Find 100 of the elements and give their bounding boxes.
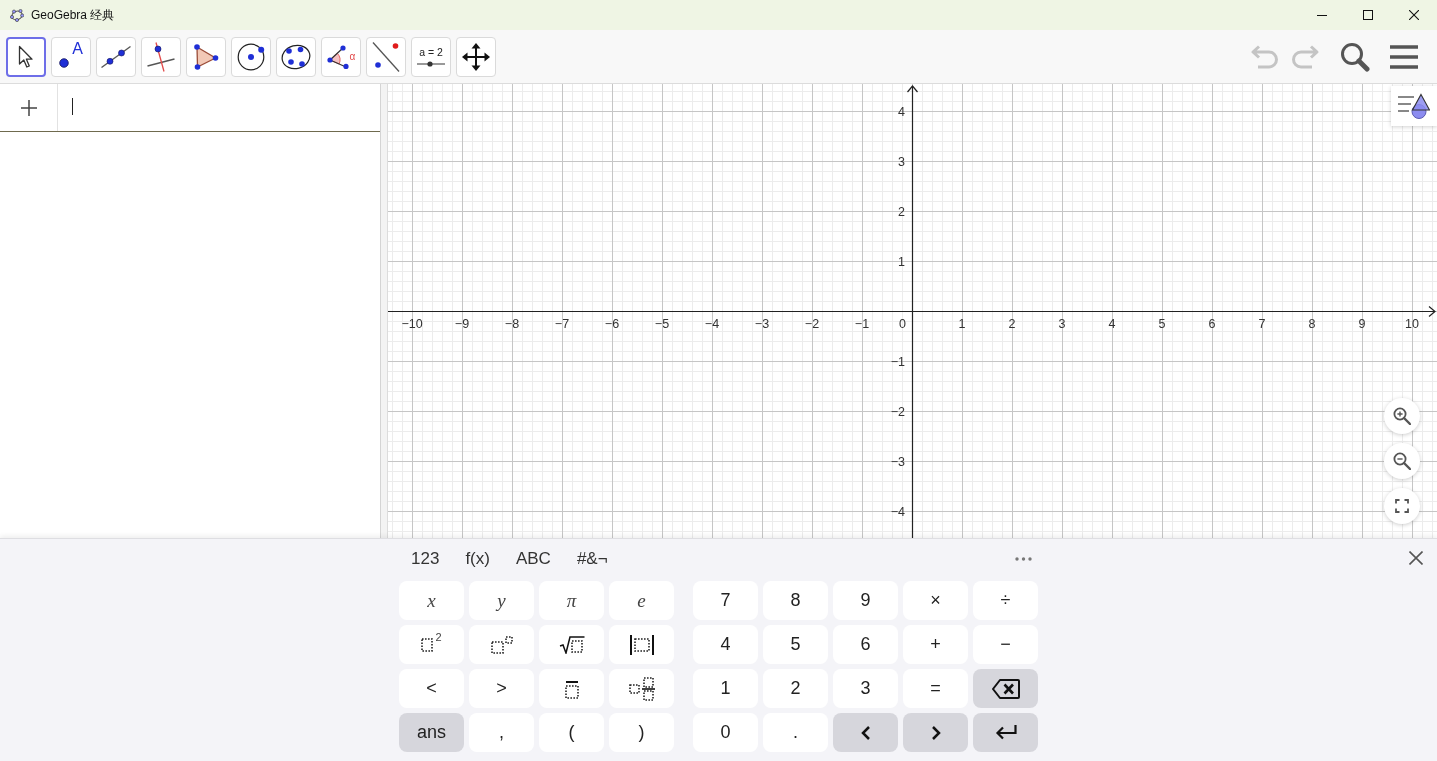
- search-icon: [1340, 41, 1370, 72]
- minimize-icon: [1317, 14, 1327, 16]
- axis-label: −10: [401, 317, 423, 331]
- fullscreen-icon: [1395, 499, 1409, 513]
- axis-label: −1: [854, 317, 870, 331]
- keyboard-key[interactable]: +: [903, 625, 968, 664]
- keyboard-key[interactable]: [539, 625, 604, 664]
- app-logo-icon: [10, 8, 24, 22]
- splitter-handle[interactable]: [381, 84, 388, 538]
- menu-button[interactable]: [1388, 42, 1420, 71]
- axis-label: −1: [890, 354, 905, 369]
- axis-label: 6: [1208, 317, 1216, 331]
- redo-icon: [1290, 44, 1320, 69]
- keyboard-key[interactable]: =: [903, 669, 968, 708]
- tool-button[interactable]: A: [51, 36, 91, 77]
- keyboard-key[interactable]: 5: [763, 625, 828, 664]
- keyboard-key[interactable]: 2: [399, 625, 464, 664]
- circle-icon: [237, 42, 265, 71]
- keyboard-key[interactable]: .: [763, 713, 828, 752]
- triangle-icon: [193, 43, 219, 70]
- keyboard-key[interactable]: (: [539, 713, 604, 752]
- axis-label: 3: [1058, 317, 1066, 331]
- keyboard-key[interactable]: π: [539, 581, 604, 620]
- keyboard-key[interactable]: y: [469, 581, 534, 620]
- zoom-in-button[interactable]: [1384, 398, 1420, 434]
- maximize-icon: [1363, 10, 1373, 20]
- axis-label: 8: [1308, 317, 1316, 331]
- keyboard-key[interactable]: −: [973, 625, 1038, 664]
- keyboard-key[interactable]: 4: [693, 625, 758, 664]
- axis-label: −2: [890, 404, 905, 419]
- overline-template-icon: [564, 678, 579, 699]
- absolute-value-icon: [628, 634, 655, 655]
- line-and-points-icon: [372, 41, 400, 72]
- tool-button[interactable]: a = 2: [411, 36, 451, 77]
- keyboard-key[interactable]: <: [399, 669, 464, 708]
- square-root-icon: [558, 635, 585, 654]
- keyboard-tab[interactable]: f(x): [453, 547, 502, 571]
- menu-icon: [1390, 44, 1418, 69]
- axis-label: 10: [1405, 317, 1419, 331]
- keyboard-tab[interactable]: 123: [399, 547, 452, 571]
- axis-label: −8: [504, 317, 520, 331]
- axis-label: −9: [454, 317, 470, 331]
- zoom-in-icon: [1393, 407, 1411, 425]
- axis-label: 9: [1358, 317, 1366, 331]
- slider-icon: [417, 60, 445, 67]
- axis-label: 5: [1158, 317, 1166, 331]
- window-title: GeoGebra 经典: [31, 6, 115, 24]
- point-icon: [59, 57, 70, 68]
- more-icon: [1015, 557, 1032, 561]
- fullscreen-button[interactable]: [1384, 488, 1420, 524]
- keyboard-key[interactable]: ): [609, 713, 674, 752]
- close-keyboard-button[interactable]: [1408, 550, 1424, 566]
- keyboard-key[interactable]: 7: [693, 581, 758, 620]
- enter-icon: [994, 725, 1017, 740]
- keyboard-key[interactable]: 0: [693, 713, 758, 752]
- keyboard-key[interactable]: [973, 713, 1038, 752]
- axis-label: 4: [898, 104, 905, 119]
- keyboard-key[interactable]: [973, 669, 1038, 708]
- perpendicular-lines-icon: [147, 41, 175, 72]
- plus-icon: [20, 99, 37, 116]
- keyboard-key[interactable]: [609, 669, 674, 708]
- keyboard-key[interactable]: 1: [693, 669, 758, 708]
- zoom-out-button[interactable]: [1384, 443, 1420, 479]
- style-bar-toggle[interactable]: [1391, 86, 1437, 126]
- angle-icon: [326, 44, 349, 69]
- axis-label: −3: [754, 317, 770, 331]
- keyboard-key[interactable]: ÷: [973, 581, 1038, 620]
- keyboard-tab[interactable]: ABC: [503, 547, 563, 571]
- keyboard-key[interactable]: [609, 625, 674, 664]
- placeholder-box-icon: [421, 637, 434, 652]
- close-icon: [1409, 551, 1423, 565]
- keyboard-key[interactable]: 9: [833, 581, 898, 620]
- keyboard-key[interactable]: ×: [903, 581, 968, 620]
- keyboard-key[interactable]: 2: [763, 669, 828, 708]
- graphics-style-icon: [1398, 93, 1430, 119]
- keyboard-tab[interactable]: #&¬: [564, 547, 620, 571]
- keyboard-key[interactable]: 6: [833, 625, 898, 664]
- undo-icon: [1250, 44, 1280, 69]
- backspace-icon: [991, 678, 1020, 699]
- mixed-number-icon: [628, 676, 655, 701]
- cursor-arrow-icon: [18, 44, 34, 69]
- tool-button[interactable]: α: [321, 36, 361, 77]
- keyboard-key[interactable]: ,: [469, 713, 534, 752]
- keyboard-key[interactable]: [539, 669, 604, 708]
- keyboard-key[interactable]: >: [469, 669, 534, 708]
- zoom-out-icon: [1393, 452, 1411, 470]
- axis-label: 7: [1258, 317, 1266, 331]
- keyboard-key[interactable]: e: [609, 581, 674, 620]
- keyboard-key[interactable]: 3: [833, 669, 898, 708]
- axis-label: −4: [890, 504, 905, 519]
- axis-label: −6: [604, 317, 620, 331]
- axis-label: 2: [1008, 317, 1016, 331]
- keyboard-key[interactable]: 8: [763, 581, 828, 620]
- ellipse-icon: [281, 43, 311, 70]
- axis-label: −3: [890, 454, 905, 469]
- tool-button[interactable]: [6, 36, 46, 77]
- keyboard-key[interactable]: x: [399, 581, 464, 620]
- caret-left-icon: [860, 724, 871, 741]
- axis-label: 0: [899, 317, 906, 331]
- keyboard-key[interactable]: ans: [399, 713, 464, 752]
